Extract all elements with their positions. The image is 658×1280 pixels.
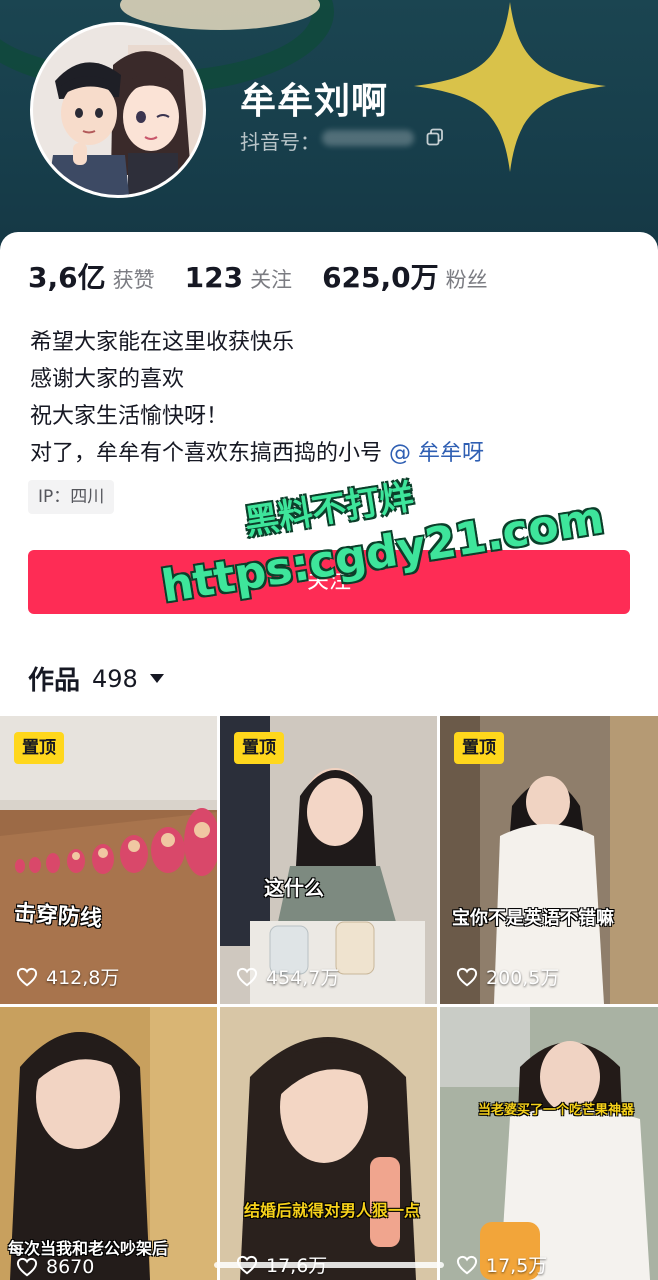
- douyin-id-value-redacted: [322, 130, 414, 146]
- bio-line: 希望大家能在这里收获快乐: [30, 330, 295, 355]
- sparkle-star-icon: [414, 2, 606, 172]
- video-grid: 置顶 击穿防线 412,8万 置顶 这什么 454,7万 置顶 宝你不是英语不错…: [0, 716, 658, 1280]
- video-tile[interactable]: 当老婆买了一个吃芒果神器 17,5万: [440, 1007, 658, 1280]
- bio-line: 感谢大家的喜欢: [30, 367, 185, 392]
- profile-header-banner: 牟牟刘啊 抖音号：: [0, 0, 658, 250]
- heart-icon: [456, 967, 478, 986]
- heart-icon: [16, 1257, 38, 1277]
- caret-down-icon: [149, 674, 164, 683]
- likes-count-text: 17,5万: [486, 1255, 548, 1277]
- followers-count[interactable]: 625,0万: [322, 256, 439, 296]
- likes-count-text: 412,8万: [46, 967, 120, 989]
- bio-line-with-mention: 对了，牟牟有个喜欢东搞西捣的小号 @ 牟牟呀: [30, 435, 484, 472]
- pinned-badge: 置顶: [454, 732, 504, 764]
- video-thumbnail: [220, 1007, 437, 1280]
- bio-line: 对了，牟牟有个喜欢东搞西捣的小号: [30, 441, 389, 466]
- works-count: 498: [92, 664, 138, 693]
- likes-count[interactable]: 3,6亿: [28, 256, 106, 296]
- profile-bio: 希望大家能在这里收获快乐 感谢大家的喜欢 祝大家生活愉快呀！ 对了，牟牟有个喜欢…: [30, 324, 484, 472]
- pinned-badge: 置顶: [234, 732, 284, 764]
- heart-icon: [16, 967, 38, 986]
- video-caption: 当老婆买了一个吃芒果神器: [478, 1103, 635, 1118]
- video-caption: 宝你不是英语不错嘛: [452, 908, 614, 929]
- video-likes: 8670: [16, 1256, 94, 1278]
- video-likes: 454,7万: [236, 963, 339, 990]
- bio-line: 祝大家生活愉快呀！: [30, 404, 229, 429]
- profile-nickname: 牟牟刘啊: [240, 81, 389, 122]
- profile-stats: 3,6亿 获赞 123 关注 625,0万 粉丝: [28, 256, 518, 296]
- copy-icon[interactable]: [426, 128, 444, 146]
- video-tile[interactable]: 每次当我和老公吵架后 8670: [0, 1007, 217, 1280]
- video-caption: 这什么: [264, 876, 324, 900]
- heart-icon: [236, 967, 258, 986]
- video-likes: 200,5万: [456, 963, 559, 990]
- video-likes: 17,5万: [456, 1251, 547, 1278]
- following-count[interactable]: 123: [185, 261, 243, 294]
- likes-count-text: 200,5万: [486, 967, 560, 989]
- video-tile[interactable]: 置顶 宝你不是英语不错嘛 200,5万: [440, 716, 658, 1004]
- followers-label[interactable]: 粉丝: [446, 264, 488, 294]
- following-label[interactable]: 关注: [250, 264, 292, 294]
- video-tile[interactable]: 置顶 这什么 454,7万: [220, 716, 437, 1004]
- video-likes: 412,8万: [16, 963, 119, 990]
- likes-label[interactable]: 获赞: [113, 264, 155, 294]
- works-tab[interactable]: 作品 498: [28, 660, 164, 697]
- likes-count-text: 454,7万: [266, 967, 340, 989]
- video-caption: 结婚后就得对男人狠一点: [244, 1201, 421, 1220]
- video-thumbnail: [440, 1007, 658, 1280]
- douyin-id-label: 抖音号：: [240, 130, 320, 154]
- ip-location-tag: IP：四川: [28, 480, 115, 514]
- video-tile[interactable]: 置顶 击穿防线 412,8万: [0, 716, 217, 1004]
- likes-count-text: 8670: [46, 1256, 95, 1278]
- heart-icon: [456, 1255, 478, 1274]
- home-indicator[interactable]: [214, 1262, 444, 1268]
- works-label: 作品: [28, 666, 81, 696]
- avatar[interactable]: [30, 22, 206, 198]
- pinned-badge: 置顶: [14, 732, 64, 764]
- video-tile[interactable]: 结婚后就得对男人狠一点 17,6万: [220, 1007, 437, 1280]
- video-caption: 击穿防线: [13, 900, 103, 933]
- avatar-illustration: [33, 25, 203, 195]
